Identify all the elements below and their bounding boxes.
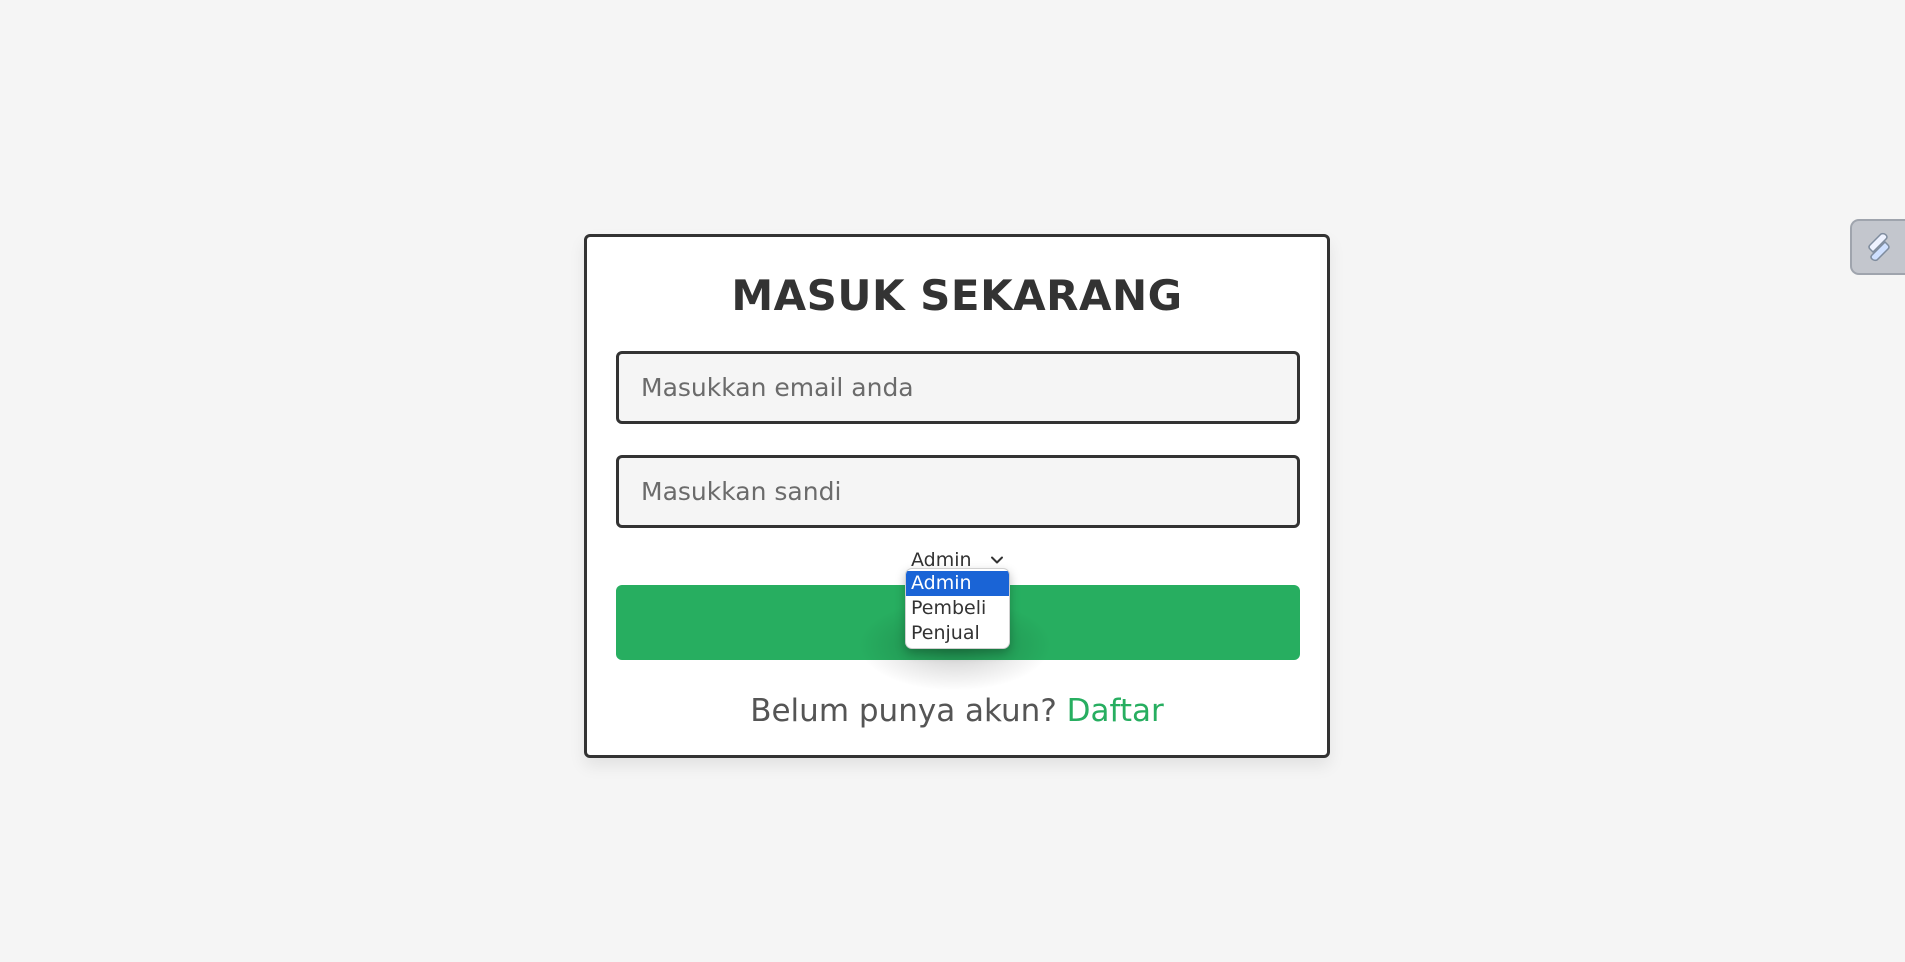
role-option-admin[interactable]: Admin — [906, 571, 1009, 596]
chevron-down-icon — [990, 556, 1003, 564]
role-option-penjual[interactable]: Penjual — [906, 621, 1009, 646]
signup-prompt: Belum punya akun? Daftar — [587, 691, 1327, 731]
extension-icon — [1867, 232, 1890, 262]
email-field[interactable] — [616, 351, 1300, 424]
password-field[interactable] — [616, 455, 1300, 528]
extension-widget-button[interactable] — [1850, 219, 1905, 275]
signup-prompt-text: Belum punya akun? — [750, 693, 1067, 729]
role-option-pembeli[interactable]: Pembeli — [906, 596, 1009, 621]
signup-link[interactable]: Daftar — [1067, 693, 1164, 729]
login-card: MASUK SEKARANG Admin Belum punya akun? D… — [584, 234, 1330, 758]
page-title: MASUK SEKARANG — [731, 271, 1183, 320]
role-dropdown-list: Admin Pembeli Penjual — [905, 568, 1010, 649]
